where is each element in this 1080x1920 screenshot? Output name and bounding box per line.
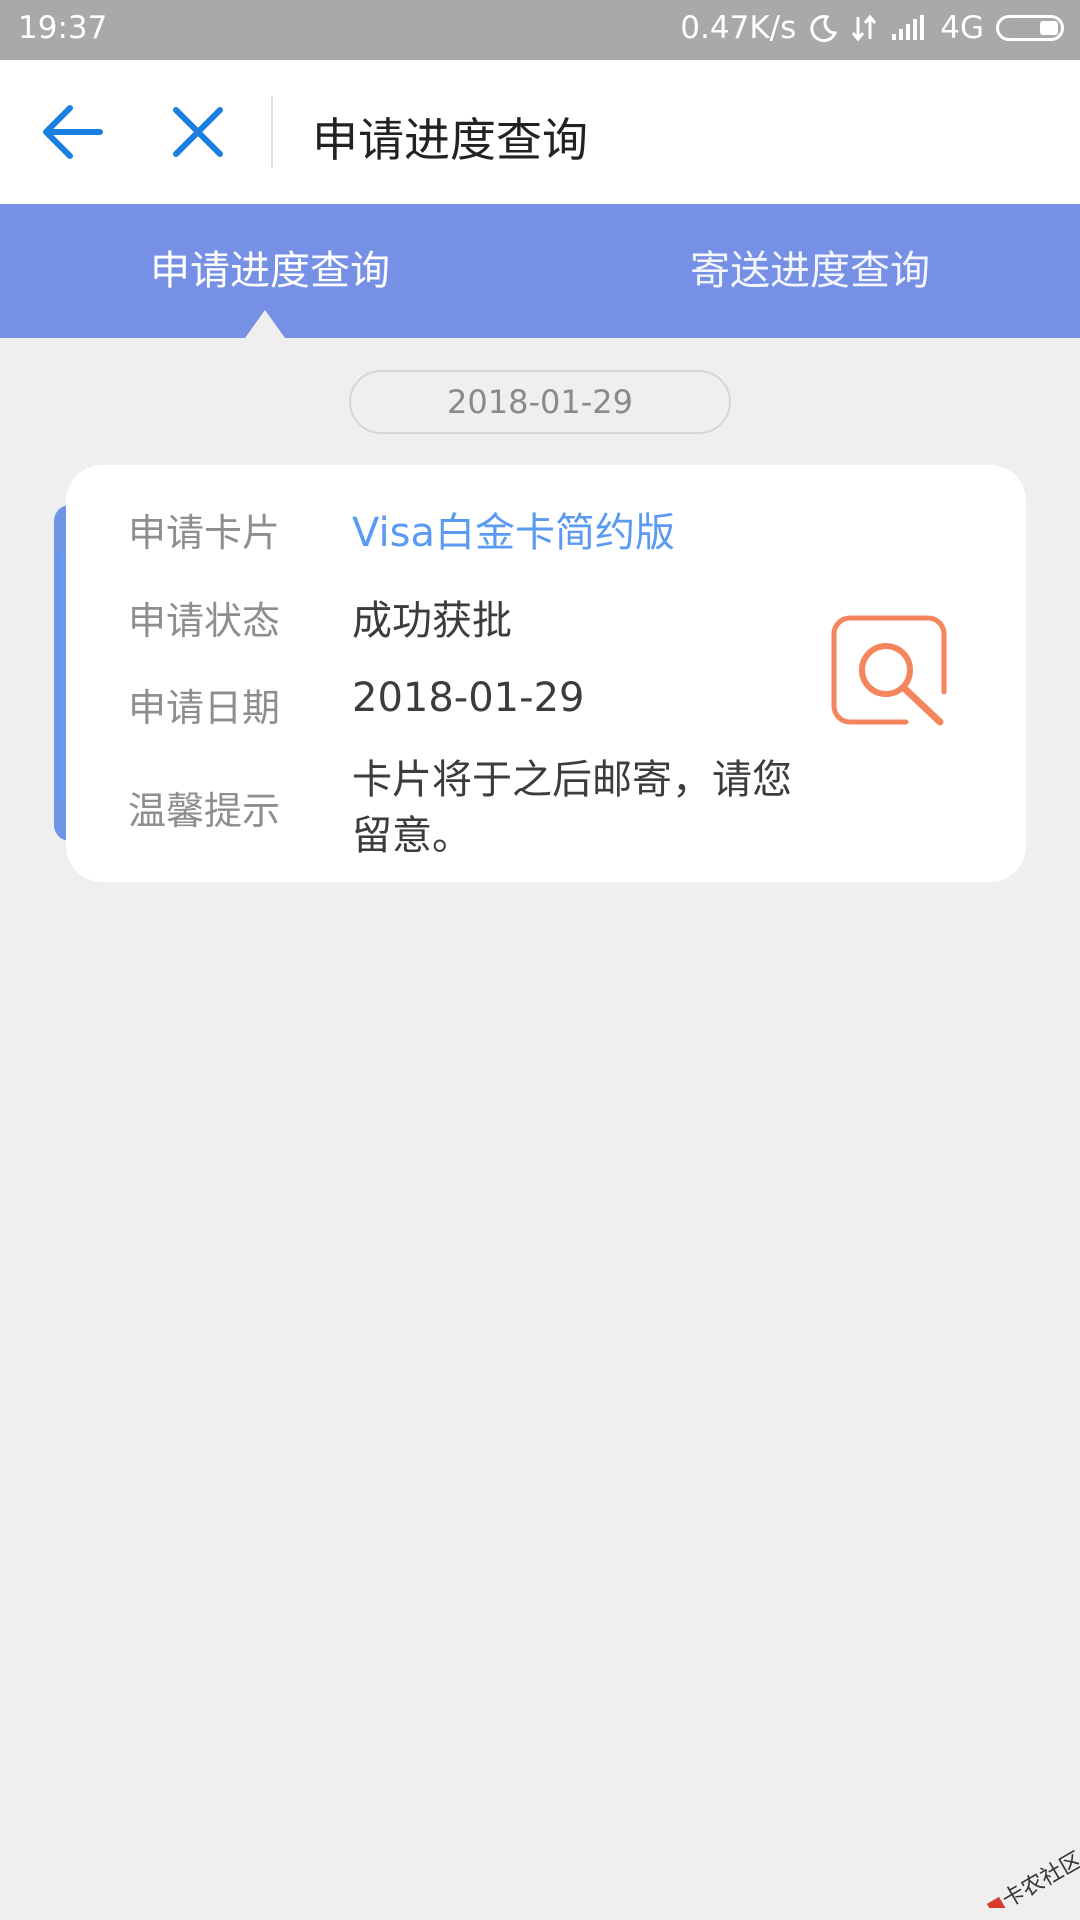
active-tab-indicator [245,310,285,338]
data-transfer-icon [850,13,878,43]
back-arrow-icon[interactable] [40,102,106,162]
tip-value: 卡片将于之后邮寄，请您留意。 [352,757,792,859]
status-label: 申请状态 [128,599,281,643]
status-time: 19:37 [18,10,108,46]
watermark-logo: 卡农社区 [976,1848,1080,1916]
apply-date-value: 2018-01-29 [352,675,585,721]
status-bar: 19:37 0.47K/s 4G [0,0,1080,60]
signal-icon [890,14,928,42]
header-bar: 申请进度查询 [0,60,1080,204]
tip-label: 温馨提示 [128,789,281,833]
close-icon[interactable] [168,102,228,162]
battery-icon [996,15,1064,41]
tab-bar: 申请进度查询 寄送进度查询 [0,204,1080,338]
svg-text:卡农社区: 卡农社区 [998,1850,1080,1908]
date-badge: 2018-01-29 [349,370,731,434]
battery-level [1040,21,1058,35]
apply-date-label: 申请日期 [128,686,281,730]
search-icon[interactable] [830,614,948,728]
moon-icon [808,13,838,43]
header-divider [271,96,273,168]
status-value: 成功获批 [352,598,512,644]
card-type-value[interactable]: Visa白金卡简约版 [352,500,675,558]
status-right-group: 0.47K/s 4G [680,10,1064,46]
card-type-label: 申请卡片 [128,511,281,555]
network-type: 4G [940,10,984,46]
net-speed: 0.47K/s [680,10,797,46]
tab-delivery-progress[interactable]: 寄送进度查询 [540,204,1080,338]
page-title: 申请进度查询 [312,113,588,167]
